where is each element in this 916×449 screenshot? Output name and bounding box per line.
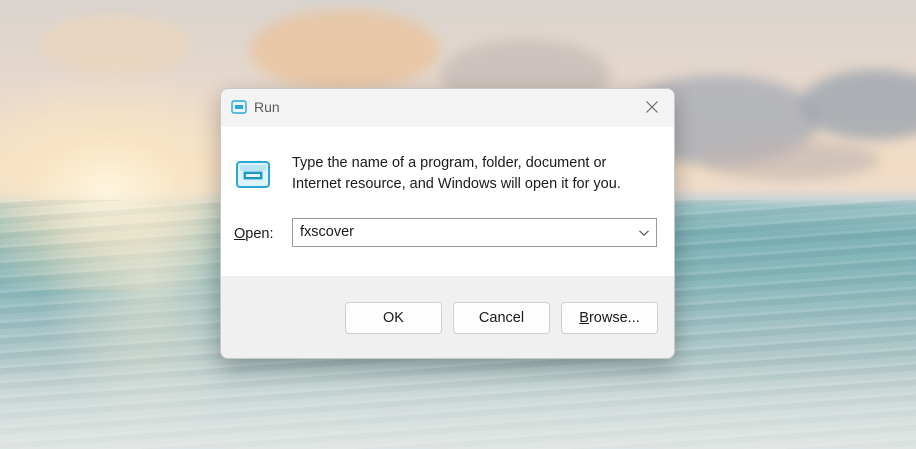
open-label-mnemonic: O [234, 226, 246, 242]
open-label: Open: [234, 226, 274, 242]
cloud [40, 15, 190, 75]
dropdown-button[interactable] [635, 223, 653, 243]
cloud [700, 140, 880, 180]
dialog-footer: OK Cancel Browse... [221, 276, 674, 358]
browse-mnemonic: B [579, 310, 589, 326]
open-input[interactable]: fxscover [300, 224, 354, 240]
instruction-text: Type the name of a program, folder, docu… [292, 153, 652, 195]
sea-foam [0, 360, 916, 449]
run-icon [236, 161, 270, 188]
close-button[interactable] [630, 89, 674, 125]
window-title: Run [254, 99, 280, 115]
browse-button[interactable]: Browse... [561, 302, 658, 334]
instruction-line: Type the name of a program, folder, docu… [292, 155, 607, 171]
cloud [250, 10, 440, 90]
run-icon [231, 100, 247, 114]
open-label-rest: pen: [245, 226, 274, 242]
open-combobox[interactable]: fxscover [292, 218, 657, 247]
chevron-down-icon [639, 230, 649, 237]
run-dialog: Run Type the name of a program, folder, … [220, 88, 675, 359]
instruction-line: Internet resource, and Windows will open… [292, 176, 621, 192]
browse-label-rest: rowse... [588, 310, 640, 326]
close-icon [646, 101, 658, 113]
ok-button[interactable]: OK [345, 302, 442, 334]
title-bar[interactable]: Run [221, 89, 674, 127]
cancel-button[interactable]: Cancel [453, 302, 550, 334]
dialog-body: Type the name of a program, folder, docu… [221, 127, 674, 276]
